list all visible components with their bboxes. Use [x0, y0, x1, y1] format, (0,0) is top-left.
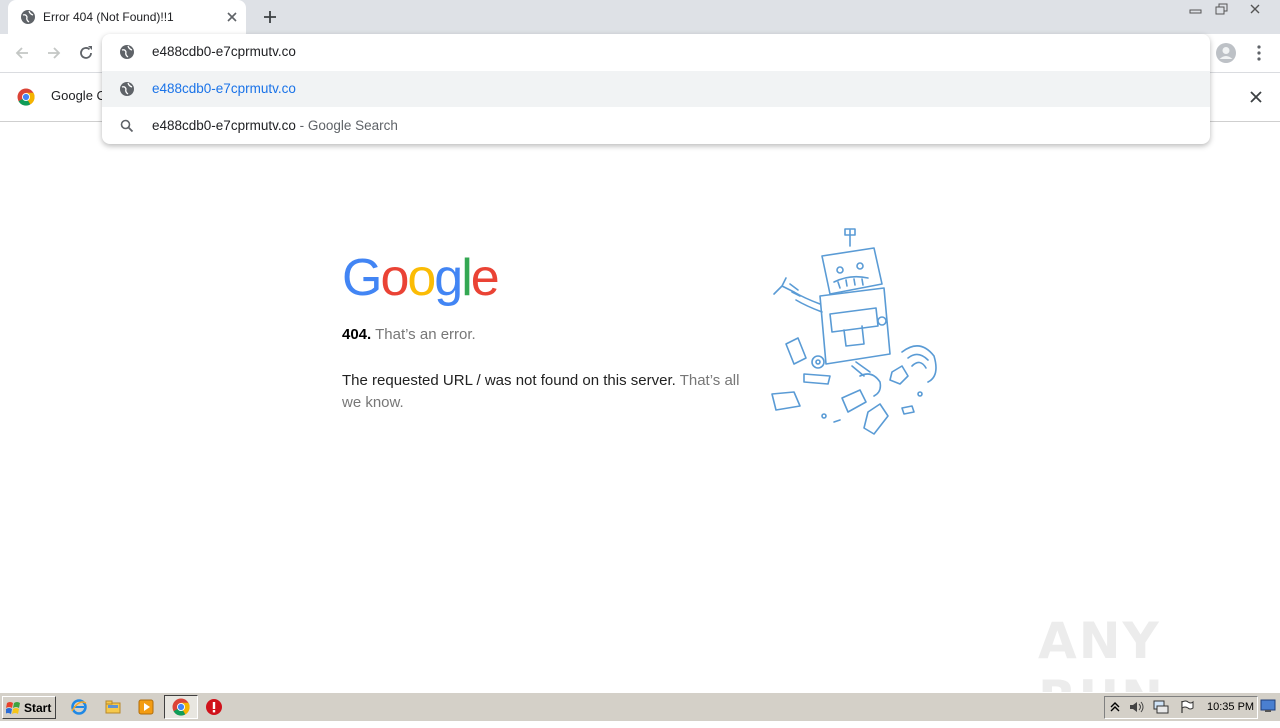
omnibox-suggestion-search[interactable]: e488cdb0-e7cprmutv.co - Google Search [102, 108, 1210, 144]
action-center-flag-icon[interactable] [1179, 700, 1195, 714]
volume-icon[interactable] [1129, 700, 1145, 714]
windows-taskbar: Start 10:35 PM [0, 692, 1280, 721]
show-hidden-icons-icon[interactable] [1110, 700, 1120, 714]
error-code: 404. [342, 326, 372, 343]
tab-title: Error 404 (Not Found)!!1 [43, 10, 174, 24]
internet-explorer-icon[interactable] [70, 698, 88, 716]
network-icon[interactable] [1153, 700, 1169, 714]
browser-tab[interactable]: Error 404 (Not Found)!!1 [8, 0, 246, 34]
logo-letter: l [461, 249, 472, 307]
clock: 10:35 PM [1207, 701, 1255, 713]
logo-letter: G [342, 249, 382, 307]
suggestion-text: e488cdb0-e7cprmutv.co [152, 118, 296, 133]
kebab-menu-icon[interactable] [1250, 43, 1268, 63]
taskbar-chrome-button[interactable] [164, 695, 198, 719]
close-infobar-icon[interactable] [1248, 89, 1264, 105]
file-explorer-icon[interactable] [104, 698, 122, 716]
profile-avatar-icon[interactable] [1215, 42, 1237, 64]
forward-arrow-icon[interactable] [44, 43, 64, 63]
chrome-logo-icon [17, 88, 35, 106]
close-window-icon [1250, 4, 1260, 14]
logo-letter: o [380, 249, 409, 307]
windows-logo-icon [6, 701, 20, 714]
restore-icon [1215, 3, 1228, 15]
start-button[interactable]: Start [2, 696, 56, 719]
suggestion-text: e488cdb0-e7cprmutv.co [152, 81, 296, 96]
logo-letter: g [434, 249, 463, 307]
system-tray: 10:35 PM [1104, 696, 1258, 719]
restore-button[interactable] [1209, 0, 1235, 18]
close-tab-icon[interactable] [224, 9, 240, 25]
reload-icon[interactable] [76, 43, 96, 63]
error-message: The requested URL / was not found on thi… [342, 370, 742, 414]
globe-icon [120, 82, 134, 96]
show-desktop-icon[interactable] [1260, 699, 1276, 713]
search-icon [120, 119, 134, 133]
omnibox-suggestion-url[interactable]: e488cdb0-e7cprmutv.co [102, 71, 1210, 107]
globe-icon [120, 45, 134, 59]
logo-letter: o [407, 249, 436, 307]
logo-letter: e [470, 249, 500, 307]
omnibox-dropdown: e488cdb0-e7cprmutv.co e488cdb0-e7cprmutv… [102, 34, 1210, 144]
close-window-button[interactable] [1239, 0, 1271, 18]
minimize-icon [1189, 9, 1202, 14]
google-logo: Google [342, 249, 500, 307]
error-message-main: The requested URL / was not found on thi… [342, 372, 676, 389]
broken-robot-illustration [771, 228, 937, 435]
tab-strip: Error 404 (Not Found)!!1 [0, 0, 1280, 34]
address-bar[interactable]: e488cdb0-e7cprmutv.co [102, 34, 1210, 70]
error-short: That’s an error. [375, 326, 476, 343]
error-heading: 404. That’s an error. [342, 326, 476, 343]
new-tab-icon[interactable] [261, 8, 279, 26]
start-label: Start [24, 700, 52, 715]
chrome-logo-icon [172, 698, 190, 716]
media-player-icon[interactable] [137, 698, 155, 716]
suggestion-suffix: - Google Search [295, 118, 398, 133]
antivirus-stop-icon[interactable] [205, 698, 223, 716]
address-input-value[interactable]: e488cdb0-e7cprmutv.co [152, 44, 296, 59]
back-arrow-icon[interactable] [12, 43, 32, 63]
globe-icon [21, 10, 35, 24]
minimize-button[interactable] [1183, 0, 1209, 18]
